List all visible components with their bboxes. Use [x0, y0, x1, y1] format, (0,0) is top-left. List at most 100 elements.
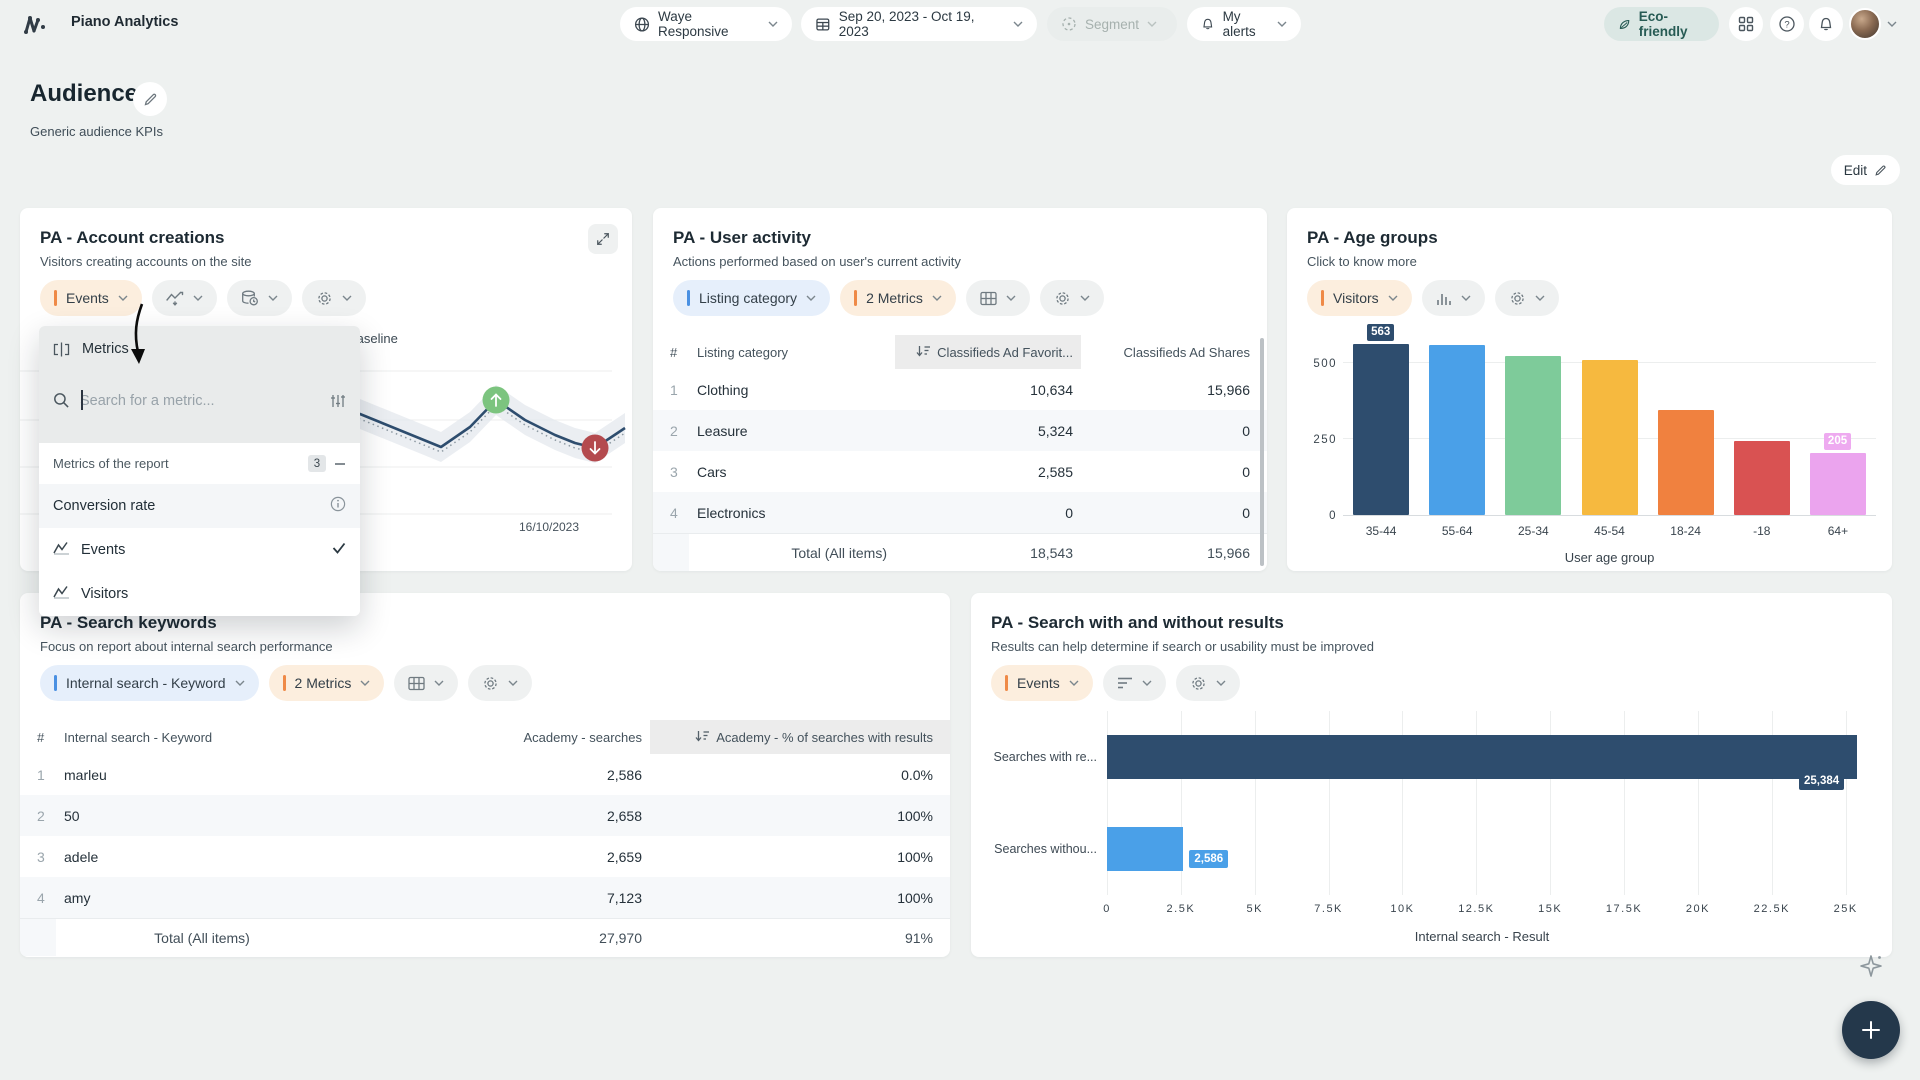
- table-cell: 0: [1081, 451, 1267, 492]
- bar-64+[interactable]: [1810, 453, 1866, 515]
- eco-friendly-badge[interactable]: Eco-friendly: [1604, 7, 1719, 41]
- settings-pill[interactable]: [1040, 280, 1104, 316]
- bell-icon: [1201, 16, 1215, 32]
- metric-dropdown-menu: Metrics Metrics of the report 3 Conversi…: [39, 326, 360, 616]
- bar-value-label: 205: [1824, 433, 1851, 450]
- total-cell: [653, 534, 689, 571]
- x-axis-tick-label: 55-64: [1419, 524, 1495, 538]
- table-row[interactable]: 2502,658100%: [20, 795, 950, 836]
- x-axis-tick-label: 64+: [1800, 524, 1876, 538]
- site-selector[interactable]: Waye Responsive: [620, 7, 792, 41]
- bar-searches-without-results[interactable]: [1107, 827, 1183, 871]
- column-header[interactable]: #: [20, 720, 56, 754]
- row-index: 1: [653, 369, 689, 410]
- settings-pill[interactable]: [1495, 280, 1559, 316]
- column-header[interactable]: Classifieds Ad Favorit...: [895, 335, 1081, 369]
- chevron-down-icon: [193, 295, 203, 301]
- my-alerts-label: My alerts: [1223, 9, 1269, 39]
- bar-25-34[interactable]: [1505, 356, 1561, 515]
- bar-searches-with-results[interactable]: [1107, 735, 1857, 779]
- sliders-icon[interactable]: [330, 393, 346, 409]
- column-header[interactable]: Listing category: [689, 335, 895, 369]
- display-type-pill[interactable]: [394, 665, 458, 701]
- info-icon: [330, 496, 346, 512]
- expand-widget-button[interactable]: [588, 224, 618, 254]
- accent-bar: [687, 290, 690, 306]
- settings-pill[interactable]: [302, 280, 366, 316]
- sort-desc-icon: [916, 345, 931, 357]
- bar-35-44[interactable]: [1353, 344, 1409, 515]
- display-type-pill[interactable]: [1103, 665, 1166, 701]
- column-header[interactable]: Academy - % of searches with results: [650, 720, 950, 754]
- table-row[interactable]: 4amy7,123100%: [20, 877, 950, 918]
- table-cell: 0: [1081, 492, 1267, 533]
- x-axis-tick-label: 22.5K: [1742, 903, 1802, 915]
- date-range-picker[interactable]: Sep 20, 2023 - Oct 19, 2023: [801, 7, 1037, 41]
- date-range-label: Sep 20, 2023 - Oct 19, 2023: [839, 9, 1005, 39]
- brand-name: Piano Analytics: [71, 14, 178, 30]
- table-row[interactable]: 2Leasure5,3240: [653, 410, 1267, 451]
- bar-45-54[interactable]: [1582, 360, 1638, 515]
- dimension-pill-internal-search-keyword[interactable]: Internal search - Keyword: [40, 665, 259, 701]
- metric-option-events[interactable]: Events: [39, 528, 360, 572]
- display-type-pill[interactable]: [966, 280, 1030, 316]
- table-cell: 2,586: [450, 754, 650, 795]
- y-axis-tick-label: 250: [1307, 434, 1337, 446]
- table-cell: 2,658: [450, 795, 650, 836]
- metric-option-conversion-rate[interactable]: Conversion rate: [39, 484, 360, 528]
- metric-pill-events[interactable]: Events: [991, 665, 1093, 701]
- table-row[interactable]: 1Clothing10,63415,966: [653, 369, 1267, 410]
- page-subtitle: Generic audience KPIs: [30, 124, 163, 139]
- metric-pill-label: Events: [1017, 675, 1060, 691]
- dimension-pill-label: Internal search - Keyword: [66, 675, 226, 691]
- table-scrollbar[interactable]: [1260, 338, 1264, 566]
- table-row[interactable]: 3adele2,659100%: [20, 836, 950, 877]
- trend-icon: [166, 290, 184, 306]
- settings-pill[interactable]: [468, 665, 532, 701]
- chevron-down-icon: [1080, 295, 1090, 301]
- chevron-down-icon: [1142, 680, 1152, 686]
- metric-search-input[interactable]: [80, 393, 320, 409]
- data-source-pill[interactable]: [227, 280, 292, 316]
- metric-pill-visitors[interactable]: Visitors: [1307, 280, 1412, 316]
- segment-selector[interactable]: Segment: [1047, 7, 1177, 41]
- table-row[interactable]: 3Cars2,5850: [653, 451, 1267, 492]
- avatar[interactable]: [1849, 8, 1881, 40]
- page-title: Audience: [30, 80, 138, 108]
- table-row[interactable]: 1marleu2,5860.0%: [20, 754, 950, 795]
- table-cell: 0: [1081, 410, 1267, 451]
- table-cell: 5,324: [895, 410, 1081, 451]
- table-cell: 2,659: [450, 836, 650, 877]
- minus-icon[interactable]: [334, 458, 346, 470]
- row-index: 4: [653, 492, 689, 533]
- bar-55-64[interactable]: [1429, 345, 1485, 515]
- add-widget-fab[interactable]: [1842, 1001, 1900, 1059]
- table-cell: 100%: [650, 877, 950, 918]
- table-row[interactable]: 4Electronics00: [653, 492, 1267, 533]
- bar--18[interactable]: [1734, 441, 1790, 515]
- edit-dashboard-button[interactable]: Edit: [1831, 155, 1900, 185]
- settings-pill[interactable]: [1176, 665, 1240, 701]
- rename-dashboard-button[interactable]: [133, 82, 167, 116]
- gear-icon: [1509, 290, 1526, 307]
- total-cell: Total (All items): [689, 534, 895, 571]
- apps-grid-button[interactable]: [1729, 7, 1763, 41]
- chevron-down-icon: [932, 295, 942, 301]
- column-header[interactable]: Classifieds Ad Shares: [1081, 335, 1267, 369]
- display-type-pill[interactable]: [1422, 280, 1485, 316]
- metrics-of-report-section[interactable]: Metrics of the report 3: [39, 443, 360, 484]
- metrics-pill[interactable]: 2 Metrics: [840, 280, 956, 316]
- column-header[interactable]: Internal search - Keyword: [56, 720, 450, 754]
- bar-18-24[interactable]: [1658, 410, 1714, 515]
- notifications-button[interactable]: [1809, 7, 1843, 41]
- metric-option-visitors[interactable]: Visitors: [39, 572, 360, 616]
- metrics-pill[interactable]: 2 Metrics: [269, 665, 385, 701]
- my-alerts-button[interactable]: My alerts: [1187, 7, 1301, 41]
- column-header[interactable]: #: [653, 335, 689, 369]
- chevron-down-icon: [1388, 295, 1398, 301]
- account-chevron-down-icon[interactable]: [1887, 21, 1897, 27]
- column-header[interactable]: Academy - searches: [450, 720, 650, 754]
- help-button[interactable]: ?: [1770, 7, 1804, 41]
- sparkle-icon[interactable]: [1858, 953, 1884, 979]
- dimension-pill-listing-category[interactable]: Listing category: [673, 280, 830, 316]
